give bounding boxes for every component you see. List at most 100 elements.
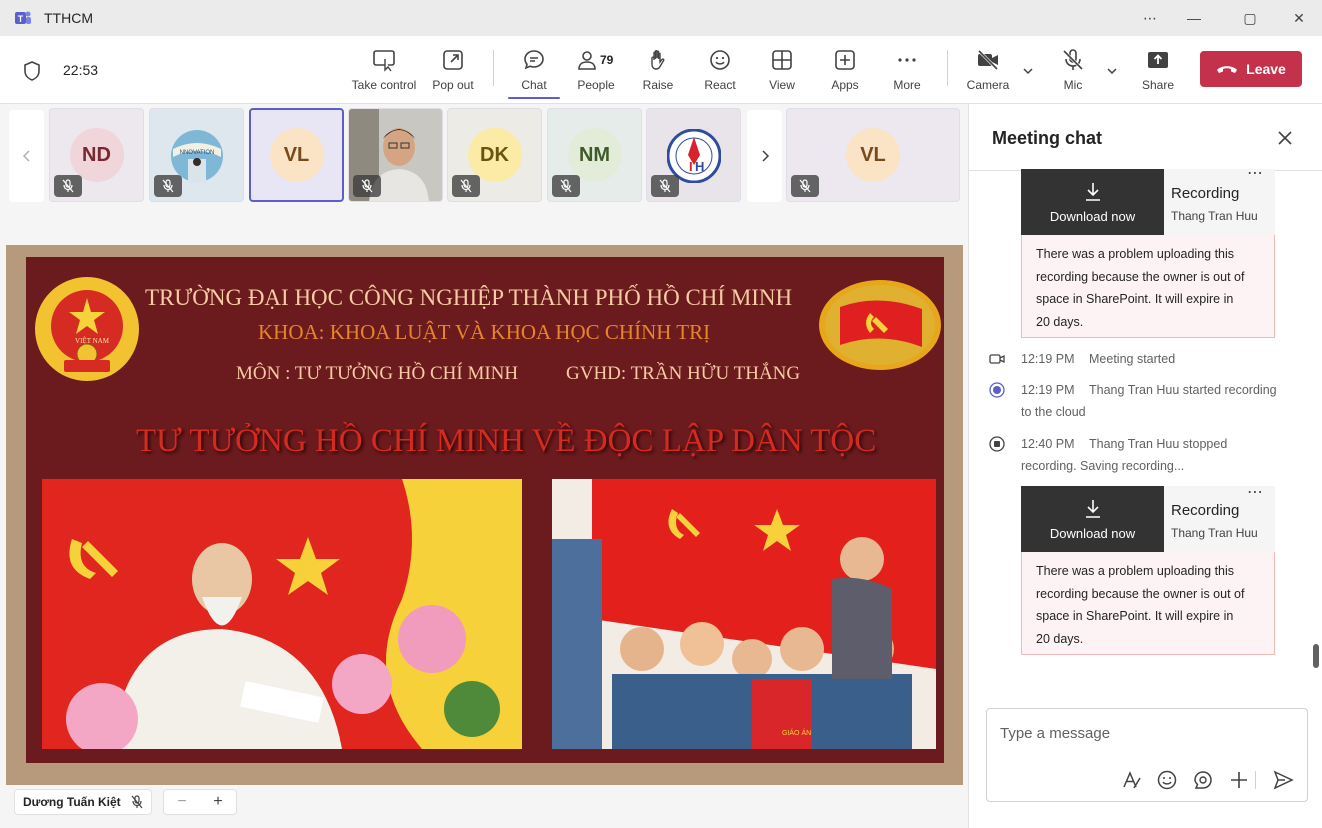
camera-button[interactable]: Camera <box>964 44 1012 100</box>
share-button[interactable]: Share <box>1138 44 1178 100</box>
recording-warning: There was a problem uploading this recor… <box>1021 552 1275 655</box>
take-control-label: Take control <box>351 78 417 92</box>
recording-more-button[interactable]: ⋯ <box>1247 163 1264 183</box>
leave-button[interactable]: Leave <box>1200 51 1302 87</box>
view-button[interactable]: View <box>762 44 802 100</box>
take-control-button[interactable]: Take control <box>350 44 418 100</box>
chat-scrollbar[interactable] <box>1313 644 1319 668</box>
emoji-icon[interactable] <box>1156 769 1178 791</box>
participant-tile[interactable]: DK <box>447 108 542 202</box>
send-icon[interactable] <box>1272 769 1294 791</box>
slide-university-title: TRƯỜNG ĐẠI HỌC CÔNG NGHIỆP THÀNH PHỐ HỒ … <box>145 285 793 310</box>
chat-event: 12:40 PM Thang Tran Huu stopped recordin… <box>989 436 1299 480</box>
recording-more-button[interactable]: ⋯ <box>1247 482 1264 502</box>
national-emblem-image <box>35 277 139 381</box>
share-label: Share <box>1141 78 1175 92</box>
close-window-button[interactable]: ✕ <box>1287 6 1311 30</box>
plus-icon[interactable] <box>1228 769 1250 791</box>
strip-prev-button[interactable] <box>9 110 44 202</box>
propaganda-poster-illustration: GIÁO ÁN <box>552 479 936 749</box>
warning-line: There was a problem uploading this <box>1036 564 1235 578</box>
warning-line: 20 days. <box>1036 631 1084 646</box>
pop-out-button[interactable]: Pop out <box>428 44 478 100</box>
toolbar-divider <box>947 50 948 86</box>
camera-options-chevron-icon[interactable] <box>1021 64 1035 78</box>
pop-out-label: Pop out <box>432 78 474 92</box>
participant-tile[interactable]: I H <box>646 108 741 202</box>
download-icon <box>1085 182 1100 201</box>
shared-screen-slide: VIỆT NAM TRƯỜNG ĐẠI HỌC CÔNG NGHIỆP THÀN… <box>6 245 963 785</box>
apps-button[interactable]: Apps <box>825 44 865 100</box>
strip-next-button[interactable] <box>747 110 782 202</box>
event-text: Meeting started <box>1089 352 1176 366</box>
format-icon[interactable] <box>1121 769 1143 791</box>
presenter-name: Dương Tuấn Kiệt <box>23 795 121 809</box>
muted-mic-icon <box>452 175 480 197</box>
uncle-ho-picture <box>42 479 522 749</box>
recording-title: Recording <box>1171 185 1240 202</box>
warning-line: space in SharePoint. It will expire in <box>1036 292 1234 306</box>
close-icon[interactable] <box>1275 128 1295 148</box>
meeting-toolbar: 22:53 Take control Pop out Chat People 7… <box>0 36 1322 104</box>
recording-card-header: Download now Recording Thang Tran Huu ⋯ <box>1021 165 1275 235</box>
people-button[interactable]: People <box>570 44 622 100</box>
react-button[interactable]: React <box>698 44 742 100</box>
muted-mic-icon <box>651 175 679 197</box>
record-icon <box>989 382 1005 398</box>
chat-label: Chat <box>521 78 547 92</box>
stop-record-icon <box>989 436 1005 452</box>
mic-label: Mic <box>1063 78 1083 92</box>
window-more-button[interactable]: ⋯ <box>1138 6 1162 30</box>
recording-card: Download now Recording Thang Tran Huu ⋯ … <box>1021 165 1275 339</box>
maximize-button[interactable]: ▢ <box>1238 6 1262 30</box>
teams-logo-icon: T <box>15 11 31 24</box>
chevron-right-icon <box>761 150 769 162</box>
chat-event: 12:19 PM Thang Tran Huu started recordin… <box>989 382 1299 426</box>
participant-tile[interactable]: VL <box>786 108 960 202</box>
download-now-label: Download now <box>1049 525 1136 541</box>
warning-line: There was a problem uploading this <box>1036 247 1235 261</box>
event-time: 12:19 PM <box>1021 383 1075 397</box>
event-time: 12:40 PM <box>1021 437 1075 451</box>
recording-owner: Thang Tran Huu <box>1171 526 1258 540</box>
participant-tile-selected[interactable]: VL <box>249 108 344 202</box>
zoom-out-button[interactable]: − <box>177 793 186 811</box>
participant-tile[interactable]: ND <box>49 108 144 202</box>
toolbar-divider <box>493 50 494 86</box>
compose-divider <box>1255 771 1256 789</box>
muted-mic-icon <box>54 175 82 197</box>
chat-pane-title: Meeting chat <box>992 128 1103 148</box>
party-flag-image <box>819 280 941 370</box>
participant-video-tile[interactable] <box>348 108 443 202</box>
people-label: People <box>577 78 615 92</box>
participant-tile[interactable]: NNOVATION <box>149 108 244 202</box>
mic-options-chevron-icon[interactable] <box>1105 64 1119 78</box>
recording-owner: Thang Tran Huu <box>1171 209 1258 223</box>
screen-pointer-icon <box>373 50 395 72</box>
minimize-button[interactable]: — <box>1182 6 1206 30</box>
chat-button[interactable]: Chat <box>509 44 559 100</box>
loop-icon[interactable] <box>1192 769 1214 791</box>
shield-icon[interactable] <box>22 60 42 82</box>
react-label: React <box>704 78 736 92</box>
download-now-button[interactable]: Download now <box>1021 169 1164 235</box>
window-title: TTHCM <box>44 10 93 26</box>
download-now-button[interactable]: Download now <box>1021 486 1164 552</box>
avatar: NM <box>567 128 622 182</box>
warning-line: space in SharePoint. It will expire in <box>1036 609 1234 623</box>
slide-subject: MÔN : TƯ TƯỞNG HỒ CHÍ MINH <box>236 363 519 384</box>
raise-hand-button[interactable]: Raise <box>636 44 680 100</box>
avatar: VL <box>846 128 900 182</box>
ellipsis-icon <box>898 58 916 62</box>
grid-icon <box>772 50 792 70</box>
mic-button[interactable]: Mic <box>1056 44 1090 100</box>
participant-tile[interactable]: NM <box>547 108 642 202</box>
muted-mic-icon <box>353 175 381 197</box>
apps-label: Apps <box>831 78 859 92</box>
hand-icon <box>651 50 665 70</box>
message-input[interactable]: Type a message <box>1000 725 1110 742</box>
zoom-control: − + <box>163 789 237 815</box>
people-count-badge: 79 <box>600 53 614 67</box>
zoom-in-button[interactable]: + <box>213 793 222 811</box>
more-button[interactable]: More <box>887 44 927 100</box>
